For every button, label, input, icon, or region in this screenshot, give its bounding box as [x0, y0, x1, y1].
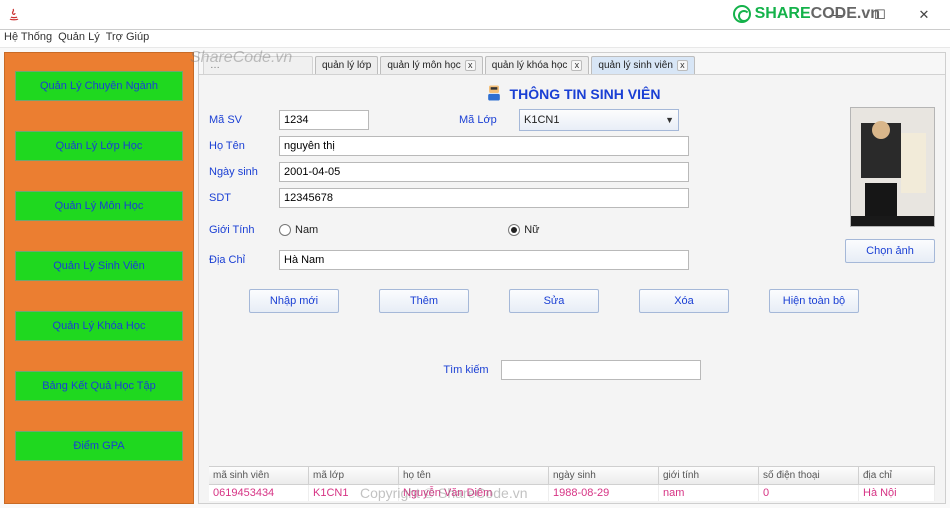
radio-icon: [508, 224, 520, 236]
sua-button[interactable]: Sửa: [509, 289, 599, 313]
student-photo: [850, 107, 935, 227]
tab-close-icon[interactable]: x: [677, 60, 688, 71]
tab-quanlylop[interactable]: quản lý lớp: [315, 56, 378, 74]
menu-trogiup[interactable]: Trợ Giúp: [106, 31, 149, 46]
students-table: mã sinh viên mã lớp họ tên ngày sinh giớ…: [209, 466, 935, 501]
watermark: Copyright © ShareCode.vn: [360, 485, 528, 501]
java-icon: [6, 7, 22, 23]
window-close-button[interactable]: ✕: [902, 4, 946, 26]
hoten-input[interactable]: [279, 136, 689, 156]
table-row[interactable]: 0619453434 K1CN1 Nguyễn Văn Diêm 1988-08…: [209, 485, 935, 501]
radio-nam[interactable]: Nam: [279, 224, 318, 236]
them-button[interactable]: Thêm: [379, 289, 469, 313]
brand-logo: SHARECODE.vn: [733, 5, 880, 23]
col-gioitinh[interactable]: giới tính: [659, 467, 759, 484]
ngaysinh-label: Ngày sinh: [209, 166, 279, 178]
sidebar-item-bangkq[interactable]: Bảng Kết Quả Học Tập: [15, 371, 183, 401]
choose-photo-button[interactable]: Chọn ảnh: [845, 239, 935, 263]
gioitinh-label: Giới Tính: [209, 224, 279, 236]
window-titlebar: SHARECODE.vn — ☐ ✕: [0, 0, 950, 30]
malop-combo[interactable]: K1CN1 ▼: [519, 109, 679, 131]
tab-quanlysinhvien[interactable]: quản lý sinh viênx: [591, 56, 695, 74]
malop-label: Mã Lớp: [459, 114, 519, 126]
menu-quanly[interactable]: Quản Lý: [58, 31, 100, 46]
ngaysinh-input[interactable]: [279, 162, 689, 182]
col-diachi[interactable]: địa chỉ: [859, 467, 935, 484]
malop-value: K1CN1: [524, 114, 559, 126]
sidebar-item-diemgpa[interactable]: Điểm GPA: [15, 431, 183, 461]
sdt-label: SDT: [209, 192, 279, 204]
sidebar-item-sinhvien[interactable]: Quản Lý Sinh Viên: [15, 251, 183, 281]
masv-label: Mã SV: [209, 114, 279, 126]
sidebar-item-monhoc[interactable]: Quản Lý Môn Học: [15, 191, 183, 221]
sidebar: Quản Lý Chuyên Ngành Quản Lý Lớp Học Quả…: [4, 52, 194, 504]
tab-close-icon[interactable]: x: [465, 60, 476, 71]
search-input[interactable]: [501, 360, 701, 380]
student-icon: [484, 83, 504, 106]
sidebar-item-chuyennganh[interactable]: Quản Lý Chuyên Ngành: [15, 71, 183, 101]
masv-input[interactable]: [279, 110, 369, 130]
col-masv[interactable]: mã sinh viên: [209, 467, 309, 484]
col-malop[interactable]: mã lớp: [309, 467, 399, 484]
main-panel: … quản lý lớp quản lý môn họcx quản lý k…: [198, 52, 946, 504]
sidebar-item-khoahoc[interactable]: Quản Lý Khóa Học: [15, 311, 183, 341]
sidebar-item-lophoc[interactable]: Quản Lý Lớp Học: [15, 131, 183, 161]
tab-close-icon[interactable]: x: [571, 60, 582, 71]
radio-icon: [279, 224, 291, 236]
tab-quanlykhoahoc[interactable]: quản lý khóa họcx: [485, 56, 590, 74]
menubar: Hệ Thống Quản Lý Trợ Giúp: [0, 30, 950, 48]
col-hoten[interactable]: họ tên: [399, 467, 549, 484]
sharecode-logo-icon: [733, 5, 751, 23]
radio-nu[interactable]: Nữ: [508, 224, 539, 236]
diachi-label: Địa Chỉ: [209, 254, 279, 266]
tab-quanlymonhoc[interactable]: quản lý môn họcx: [380, 56, 482, 74]
nhapmoi-button[interactable]: Nhập mới: [249, 289, 339, 313]
search-label: Tìm kiếm: [443, 364, 488, 376]
xoa-button[interactable]: Xóa: [639, 289, 729, 313]
diachi-input[interactable]: [279, 250, 689, 270]
panel-title-row: THÔNG TIN SINH VIÊN: [209, 81, 935, 107]
table-header: mã sinh viên mã lớp họ tên ngày sinh giớ…: [209, 467, 935, 485]
action-row: Nhập mới Thêm Sửa Xóa Hiện toàn bộ: [249, 289, 935, 313]
tab-strip: … quản lý lớp quản lý môn họcx quản lý k…: [199, 53, 945, 75]
chevron-down-icon: ▼: [665, 115, 674, 125]
watermark: ShareCode.vn: [190, 49, 292, 67]
hientoanbo-button[interactable]: Hiện toàn bộ: [769, 289, 859, 313]
col-ngaysinh[interactable]: ngày sinh: [549, 467, 659, 484]
col-sdt[interactable]: số điện thoại: [759, 467, 859, 484]
menu-hethong[interactable]: Hệ Thống: [4, 31, 52, 46]
hoten-label: Họ Tên: [209, 140, 279, 152]
sdt-input[interactable]: [279, 188, 689, 208]
panel-title: THÔNG TIN SINH VIÊN: [510, 86, 661, 102]
